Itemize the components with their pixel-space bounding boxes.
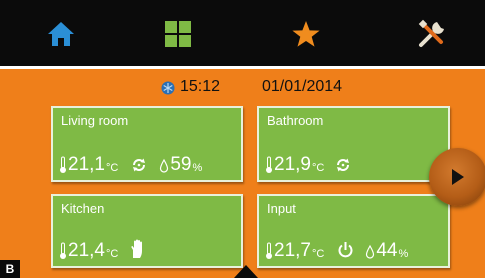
next-page-button[interactable] [429, 148, 485, 206]
humidity-unit: % [398, 248, 409, 260]
favorites-button[interactable] [286, 17, 326, 51]
corner-badge: B [0, 260, 20, 278]
thermometer-icon [60, 242, 66, 259]
room-tile-kitchen[interactable]: Kitchen 21,4 °C [51, 194, 243, 268]
clock-time: 15:12 [180, 78, 221, 95]
current-date: 01/01/2014 [262, 78, 343, 95]
home-icon [48, 22, 74, 46]
humidity-drop-icon [160, 158, 169, 173]
room-tile-input[interactable]: Input 21,7 °C 44 % [257, 194, 450, 268]
grid-icon [165, 21, 191, 47]
snowflake-icon [161, 81, 175, 95]
room-name: Living room [61, 113, 129, 128]
tools-icon [418, 19, 444, 47]
manual-hand-icon [131, 239, 143, 258]
humidity-drop-icon [366, 244, 375, 259]
power-icon [338, 242, 353, 258]
temperature-unit: °C [105, 248, 119, 260]
room-name: Input [267, 201, 296, 216]
auto-mode-icon [337, 158, 350, 172]
room-name: Bathroom [267, 113, 324, 128]
room-reading: 21,1 °C 59 % [59, 148, 202, 174]
temperature-unit: °C [311, 162, 325, 174]
temperature-value: 21,9 [274, 154, 311, 175]
temperature-value: 21,7 [274, 240, 311, 261]
settings-tools-button[interactable] [412, 17, 452, 51]
room-tile-living-room[interactable]: Living room 21,1 °C 59 % [51, 106, 243, 182]
status-bar: 15:12 01/01/2014 [0, 78, 485, 100]
room-tile-bathroom[interactable]: Bathroom 21,9 °C [257, 106, 450, 182]
room-reading: 21,7 °C 44 % [265, 234, 408, 260]
rooms-grid-button[interactable] [158, 17, 198, 51]
room-name: Kitchen [61, 201, 105, 216]
top-nav-bar [0, 0, 485, 69]
pull-up-arrow[interactable] [234, 265, 258, 278]
home-button[interactable] [41, 17, 81, 51]
play-arrow-icon [452, 169, 464, 185]
humidity-value: 44 [376, 240, 398, 261]
thermometer-icon [266, 242, 272, 259]
auto-mode-icon [133, 158, 146, 172]
humidity-value: 59 [170, 154, 192, 175]
thermometer-icon [60, 156, 66, 173]
star-icon [292, 21, 320, 47]
temperature-value: 21,1 [68, 154, 105, 175]
thermometer-icon [266, 156, 272, 173]
room-reading: 21,9 °C [265, 148, 351, 174]
temperature-unit: °C [105, 162, 119, 174]
temperature-value: 21,4 [68, 240, 105, 261]
room-reading: 21,4 °C [59, 234, 144, 260]
temperature-unit: °C [311, 248, 325, 260]
humidity-unit: % [192, 162, 203, 174]
